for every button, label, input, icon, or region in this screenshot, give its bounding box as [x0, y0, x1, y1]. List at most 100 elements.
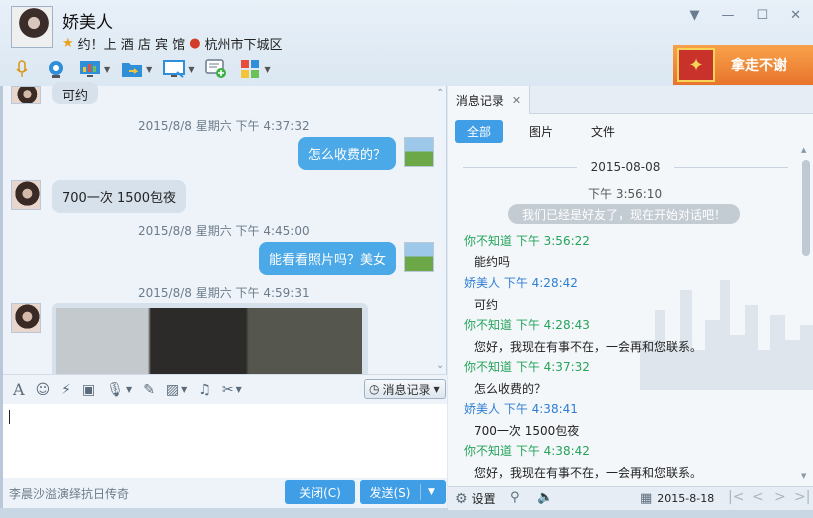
next-page-icon[interactable]: >	[774, 489, 786, 505]
scroll-up-icon[interactable]: ▲	[801, 146, 806, 154]
message-bubble-outgoing: 怎么收费的？	[298, 137, 397, 170]
remote-desktop-button[interactable]: ▼	[162, 56, 194, 82]
status-text: 约！上 酒 店 宾 馆	[77, 38, 186, 53]
scissors-button[interactable]: ✂ ▼	[222, 382, 242, 398]
previous-page-icon[interactable]: <	[752, 489, 764, 505]
window-controls: ▼ — ☐ ✕	[689, 8, 801, 23]
history-message: 您好，我现在有事不在，一会再和您联系。	[474, 466, 703, 480]
location-pin-icon: ●	[189, 36, 201, 51]
contact-name[interactable]: 娇美人	[62, 8, 113, 33]
microphone-icon	[10, 58, 34, 80]
image-button[interactable]: ▨ ▼	[166, 382, 187, 398]
file-transfer-icon	[120, 58, 144, 80]
chevron-down-icon[interactable]: ▼	[126, 385, 132, 394]
menu-dropdown-icon[interactable]: ▼	[689, 8, 699, 23]
add-app-button[interactable]	[204, 56, 228, 82]
chevron-down-icon: ▼	[433, 384, 440, 394]
history-filters: 全部 图片 文件	[455, 120, 627, 143]
chevron-down-icon[interactable]: ▼	[188, 65, 194, 74]
settings-button[interactable]: ⚙ 设置	[455, 490, 496, 507]
apps-icon	[238, 58, 262, 80]
system-message: 我们已经是好友了，现在开始对话吧！	[508, 204, 740, 224]
voice-message-button[interactable]: 🎙 ▼	[106, 382, 132, 398]
message-input[interactable]	[3, 404, 447, 480]
first-page-icon[interactable]: |<	[728, 489, 744, 505]
history-message: 可约	[474, 298, 499, 312]
chevron-down-icon[interactable]: ▼	[264, 65, 270, 74]
date-picker[interactable]: ▦ 2015-8-18	[640, 491, 714, 506]
tab-message-history[interactable]: 消息记录 ✕	[448, 86, 530, 114]
system-time: 下午 3:56:10	[588, 187, 663, 201]
scroll-down-icon[interactable]: ▼	[801, 472, 806, 480]
screen-share-icon	[78, 58, 102, 80]
chevron-down-icon[interactable]: ⌄	[436, 360, 444, 371]
tab-label: 消息记录	[455, 93, 504, 108]
chevron-up-icon[interactable]: ⌃	[436, 88, 444, 99]
history-sender: 你不知道 下午 4:37:32	[464, 360, 590, 374]
screenshot-icon[interactable]: ▣	[82, 382, 95, 398]
maximize-icon[interactable]: ☐	[756, 8, 768, 23]
my-avatar[interactable]	[404, 137, 434, 167]
contact-status: ★ 约！上 酒 店 宾 馆 ● 杭州市下城区	[62, 34, 283, 53]
promo-label: 拿走不谢	[731, 58, 787, 74]
my-avatar[interactable]	[404, 242, 434, 272]
history-message: 能约吗	[474, 255, 511, 269]
history-sender: 你不知道 下午 4:28:43	[464, 318, 590, 332]
chevron-down-icon[interactable]: ▼	[181, 385, 187, 394]
message-timestamp: 2015/8/8 星期六 下午 4:45:00	[138, 224, 310, 238]
remote-desktop-icon	[162, 58, 186, 80]
edit-icon[interactable]: ✎	[143, 382, 155, 398]
message-timestamp: 2015/8/8 星期六 下午 4:37:32	[138, 119, 310, 133]
contact-avatar[interactable]	[11, 6, 53, 48]
chevron-down-icon[interactable]: ▼	[104, 65, 110, 74]
clock-icon: ◷	[369, 382, 380, 396]
history-message: 700一次 1500包夜	[474, 424, 580, 438]
shared-photo[interactable]	[56, 308, 362, 378]
filter-all[interactable]: 全部	[455, 120, 504, 143]
news-ticker[interactable]: 李晨沙溢演绎抗日传奇	[9, 485, 129, 502]
filter-images[interactable]: 图片	[517, 120, 565, 143]
history-sender: 你不知道 下午 4:38:42	[464, 444, 590, 458]
file-transfer-button[interactable]: ▼	[120, 56, 152, 82]
speaker-icon[interactable]: 🔈	[537, 490, 553, 505]
close-button[interactable]: 关闭(C)	[285, 480, 355, 504]
history-sender: 娇美人 下午 4:28:42	[464, 276, 578, 290]
chevron-down-icon[interactable]: ▼	[236, 385, 242, 394]
send-button[interactable]: 发送(S) ▼	[360, 480, 446, 504]
calendar-icon: ▦	[640, 491, 653, 506]
contact-avatar-small[interactable]	[11, 86, 41, 104]
contact-avatar-small[interactable]	[11, 303, 41, 333]
message-timestamp: 2015/8/8 星期六 下午 4:59:31	[138, 286, 310, 300]
emoji-icon[interactable]: ☺	[36, 382, 51, 398]
screen-share-button[interactable]: ▼	[78, 56, 110, 82]
contact-avatar-small[interactable]	[11, 180, 41, 210]
skyline-watermark	[640, 280, 813, 390]
message-history-button[interactable]: ◷ 消息记录 ▼	[364, 379, 446, 399]
image-icon: ▨	[165, 381, 180, 398]
message-bubble-incoming: 700一次 1500包夜	[52, 180, 187, 213]
close-icon[interactable]: ✕	[790, 8, 801, 23]
message-bubble-outgoing: 能看看照片吗？美女	[259, 242, 397, 275]
history-scrollbar[interactable]	[802, 160, 810, 256]
video-call-button[interactable]	[44, 56, 68, 82]
close-icon[interactable]: ✕	[512, 94, 521, 107]
chevron-down-icon[interactable]: ▼	[428, 487, 435, 497]
chevron-down-icon[interactable]: ▼	[146, 65, 152, 74]
promo-banner[interactable]: ✦ 拿走不谢	[673, 45, 813, 85]
filter-files[interactable]: 文件	[579, 120, 627, 143]
star-icon: ★	[62, 36, 74, 51]
history-message: 您好，我现在有事不在，一会再和您联系。	[474, 340, 703, 354]
magic-wand-icon[interactable]: ⚡	[61, 382, 71, 398]
history-sender: 你不知道 下午 3:56:22	[464, 234, 590, 248]
date-separator: 2015-08-08	[463, 160, 788, 174]
history-label: 消息记录	[382, 382, 431, 397]
search-icon[interactable]: ⚲	[510, 490, 520, 505]
voice-call-button[interactable]	[10, 56, 34, 82]
apps-button[interactable]: ▼	[238, 56, 271, 82]
divider	[463, 166, 577, 168]
minimize-icon[interactable]: —	[721, 8, 734, 23]
music-icon[interactable]: ♫	[198, 382, 211, 398]
location-text: 杭州市下城区	[204, 38, 283, 53]
font-icon[interactable]: A	[13, 380, 25, 399]
last-page-icon[interactable]: >|	[794, 489, 810, 505]
